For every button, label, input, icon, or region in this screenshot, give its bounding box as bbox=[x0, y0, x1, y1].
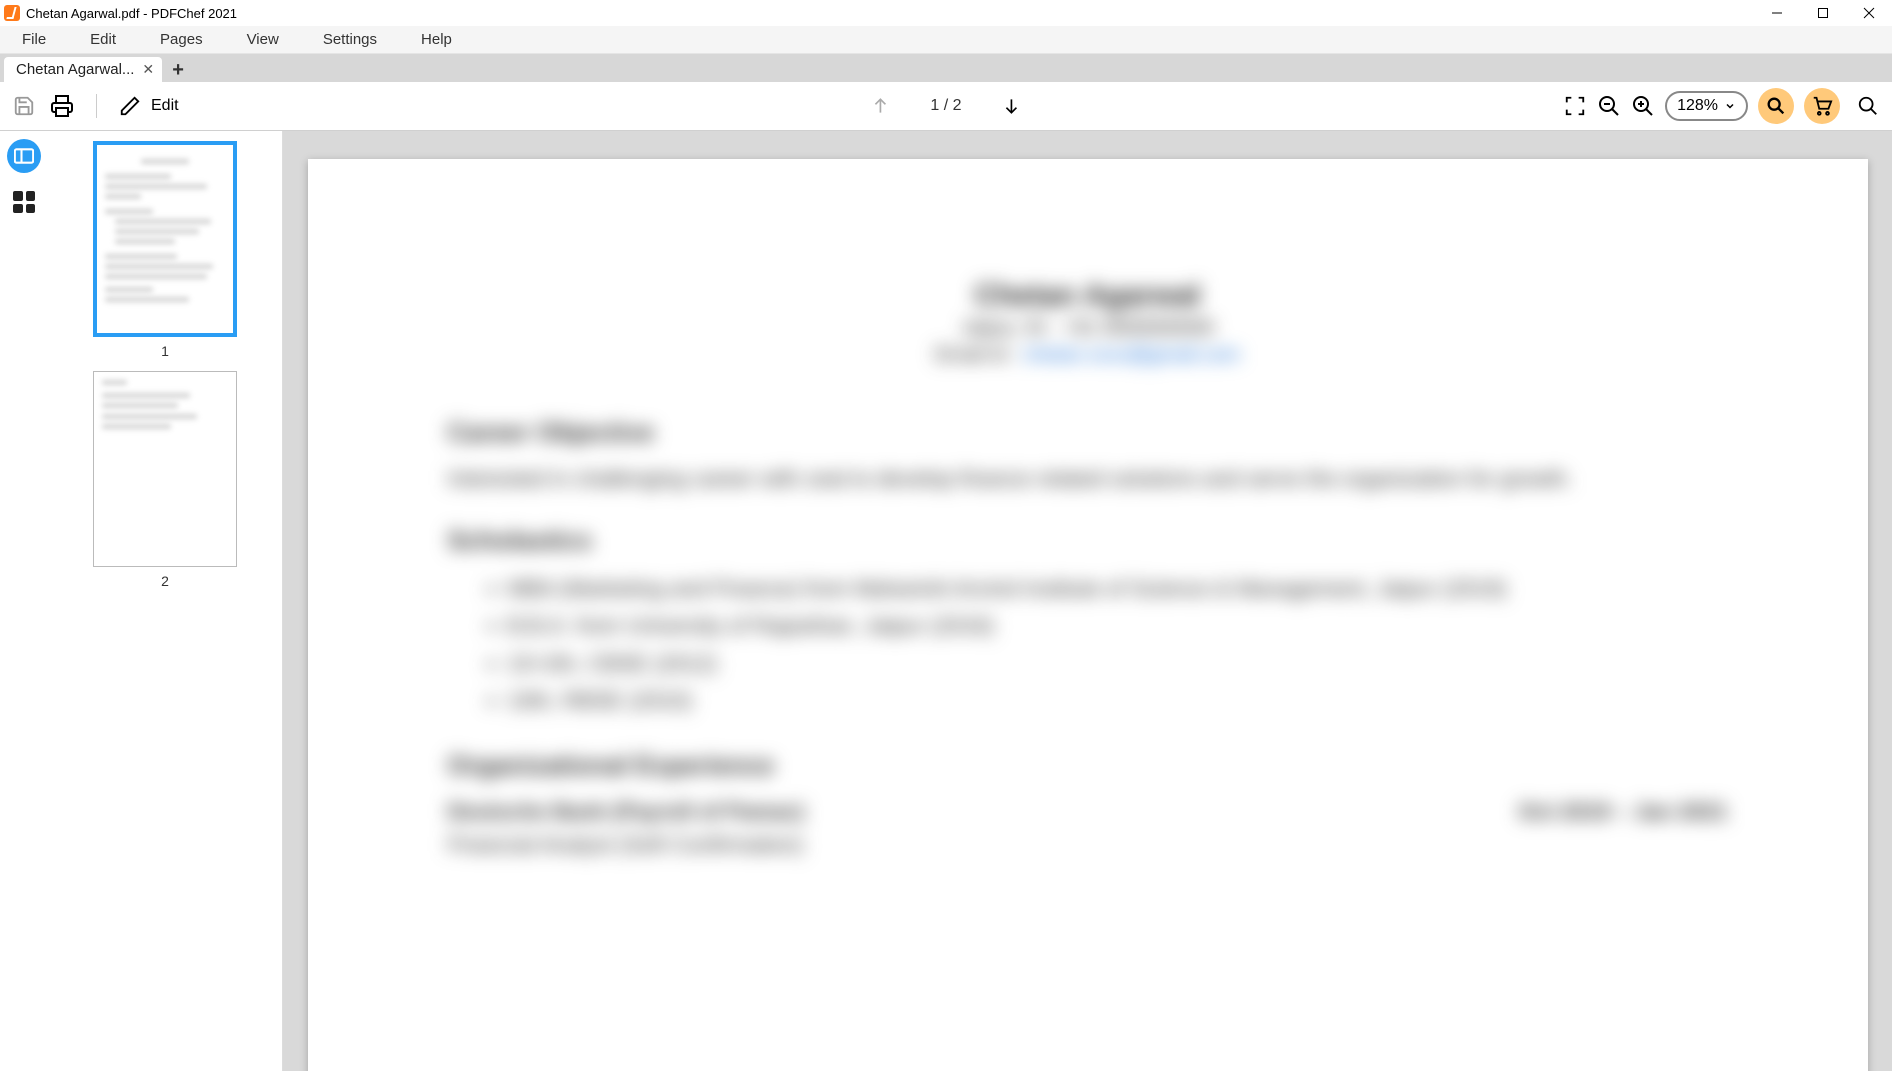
menu-edit[interactable]: Edit bbox=[76, 27, 146, 52]
section-scholastics-heading: Scholastics bbox=[448, 525, 1728, 556]
menu-help[interactable]: Help bbox=[407, 27, 482, 52]
section-objective-text: Interested in challenging career with ze… bbox=[448, 462, 1728, 495]
org-dates: Oct 2019 – Jan 2021 bbox=[1518, 795, 1727, 828]
thumbnail-panel: 1 2 bbox=[48, 131, 283, 1071]
prev-page-icon[interactable] bbox=[870, 95, 890, 117]
search-icon[interactable] bbox=[1856, 94, 1880, 118]
thumbnail-page-2[interactable] bbox=[93, 371, 237, 567]
tab-close-icon[interactable]: ✕ bbox=[142, 61, 154, 78]
zoom-value: 128% bbox=[1677, 97, 1718, 115]
toolbar-divider bbox=[96, 94, 97, 118]
thumbnails-toggle-button[interactable] bbox=[7, 139, 41, 173]
thumbnail-page-1[interactable] bbox=[93, 141, 237, 337]
zoom-in-icon[interactable] bbox=[1631, 94, 1655, 118]
print-icon[interactable] bbox=[50, 94, 74, 118]
edit-label: Edit bbox=[151, 97, 179, 115]
doc-email-prefix: Email id : bbox=[935, 344, 1023, 366]
menu-bar: File Edit Pages View Settings Help bbox=[0, 26, 1892, 54]
menu-file[interactable]: File bbox=[8, 27, 76, 52]
new-tab-button[interactable]: + bbox=[166, 58, 190, 82]
chevron-down-icon bbox=[1724, 100, 1736, 112]
page-indicator: 1 / 2 bbox=[930, 97, 961, 115]
scholastics-item: 10+2th, CBSE (2012) bbox=[508, 645, 1728, 682]
scholastics-item: 10th, RBSE (2010) bbox=[508, 682, 1728, 719]
save-icon[interactable] bbox=[12, 94, 36, 118]
page-navigation: 1 / 2 bbox=[870, 95, 1021, 117]
window-controls bbox=[1754, 0, 1892, 26]
thumbnail-label: 2 bbox=[161, 573, 169, 589]
menu-pages[interactable]: Pages bbox=[146, 27, 233, 52]
grid-view-icon[interactable] bbox=[13, 191, 35, 213]
document-viewer[interactable]: Chetan Agarwal Jaipur, IN · +91 90000000… bbox=[283, 131, 1892, 1071]
main-area: 1 2 Chetan Agarwal Jaipur, IN · +91 9000… bbox=[0, 131, 1892, 1071]
close-button[interactable] bbox=[1846, 0, 1892, 26]
menu-view[interactable]: View bbox=[233, 27, 309, 52]
thumbnail-label: 1 bbox=[161, 343, 169, 359]
doc-name: Chetan Agarwal bbox=[448, 279, 1728, 313]
page-content: Chetan Agarwal Jaipur, IN · +91 90000000… bbox=[308, 159, 1868, 1071]
thumbnail-item[interactable]: 1 bbox=[48, 141, 282, 359]
zoom-dropdown[interactable]: 128% bbox=[1665, 91, 1748, 121]
edit-button[interactable]: Edit bbox=[119, 95, 179, 117]
toolbar: Edit 1 / 2 128% bbox=[0, 82, 1892, 131]
org-role: Financial Analyst (Soft Confirmation) bbox=[448, 828, 1728, 861]
minimize-button[interactable] bbox=[1754, 0, 1800, 26]
pencil-icon bbox=[119, 95, 141, 117]
scholastics-item: B.B.A. from University of Rajasthan, Jai… bbox=[508, 607, 1728, 644]
sidebar-rail bbox=[0, 131, 48, 1071]
menu-settings[interactable]: Settings bbox=[309, 27, 407, 52]
window-title: Chetan Agarwal.pdf - PDFChef 2021 bbox=[26, 6, 237, 21]
doc-contact: Jaipur, IN · +91 9000000000 bbox=[448, 317, 1728, 340]
org-company: Deutsche Bank (Payroll of Pamac) bbox=[448, 795, 805, 828]
fullscreen-icon[interactable] bbox=[1563, 94, 1587, 118]
zoom-out-icon[interactable] bbox=[1597, 94, 1621, 118]
doc-email: chetan.xxxx@gmail.com bbox=[1023, 344, 1240, 366]
section-org-heading: Organizational Experience bbox=[448, 750, 1728, 781]
document-tab[interactable]: Chetan Agarwal... ✕ bbox=[4, 57, 162, 82]
window-titlebar: Chetan Agarwal.pdf - PDFChef 2021 bbox=[0, 0, 1892, 26]
cart-button[interactable] bbox=[1804, 88, 1840, 124]
thumbnail-item[interactable]: 2 bbox=[48, 371, 282, 589]
scholastics-item: MBA (Marketing and Finance) from Maharis… bbox=[508, 570, 1728, 607]
next-page-icon[interactable] bbox=[1002, 95, 1022, 117]
section-objective-heading: Career Objective bbox=[448, 417, 1728, 448]
tab-label: Chetan Agarwal... bbox=[16, 61, 134, 78]
app-icon bbox=[4, 5, 20, 21]
tab-strip: Chetan Agarwal... ✕ + bbox=[0, 54, 1892, 82]
search-highlight-button[interactable] bbox=[1758, 88, 1794, 124]
maximize-button[interactable] bbox=[1800, 0, 1846, 26]
